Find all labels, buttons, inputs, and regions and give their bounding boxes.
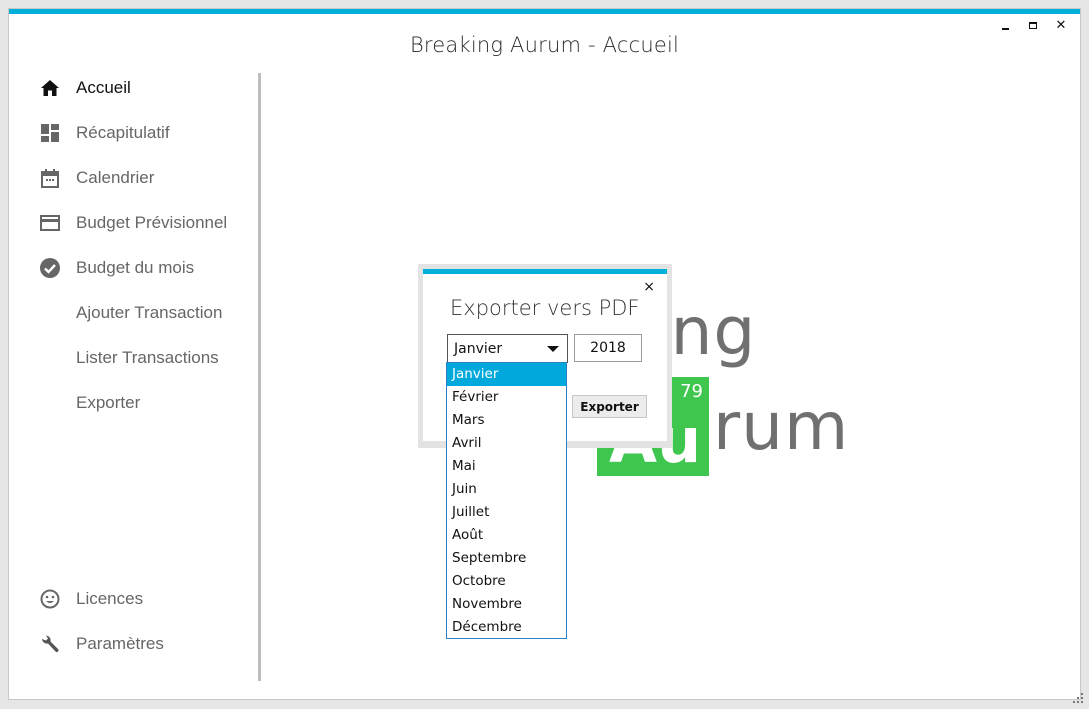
sidebar-item-recapitulatif[interactable]: Récapitulatif xyxy=(39,120,170,146)
export-button[interactable]: Exporter xyxy=(572,395,647,418)
smiley-icon xyxy=(39,588,61,610)
sidebar-item-label: Accueil xyxy=(76,78,131,97)
dashboard-icon xyxy=(39,122,61,144)
dropdown-option[interactable]: Décembre xyxy=(447,616,566,639)
dropdown-option[interactable]: Novembre xyxy=(447,593,566,616)
month-select[interactable]: Janvier xyxy=(447,334,568,363)
atomic-number: 79 xyxy=(680,381,703,402)
dropdown-option[interactable]: Juin xyxy=(447,478,566,501)
home-icon xyxy=(39,77,61,99)
sidebar-item-label: Paramètres xyxy=(76,634,164,653)
sidebar-item-accueil[interactable]: Accueil xyxy=(39,75,131,101)
sidebar-item-label: Exporter xyxy=(76,393,141,412)
sidebar-nav: Accueil Récapitulatif Calendrier Budget … xyxy=(9,69,259,689)
sidebar-item-ajouter-transaction[interactable]: Ajouter Transaction xyxy=(39,300,222,326)
dropdown-option[interactable]: Juillet xyxy=(447,501,566,524)
dialog-close-button[interactable]: × xyxy=(643,279,655,295)
sidebar-item-licences[interactable]: Licences xyxy=(39,586,143,612)
maximize-button[interactable] xyxy=(1024,16,1042,34)
sidebar-item-parametres[interactable]: Paramètres xyxy=(39,631,164,657)
maximize-icon xyxy=(1029,21,1037,29)
sidebar-item-calendrier[interactable]: Calendrier xyxy=(39,165,154,191)
logo-line2: rum xyxy=(713,388,850,465)
window-title: Breaking Aurum - Accueil xyxy=(409,33,680,57)
dropdown-option[interactable]: Août xyxy=(447,524,566,547)
sidebar-item-label: Récapitulatif xyxy=(76,123,170,142)
sidebar-item-label: Budget Prévisionnel xyxy=(76,213,228,232)
check-circle-icon xyxy=(39,257,61,279)
month-select-value: Janvier xyxy=(454,341,503,357)
year-input[interactable] xyxy=(574,334,642,362)
close-icon: × xyxy=(643,279,655,295)
dropdown-option[interactable]: Octobre xyxy=(447,570,566,593)
close-button[interactable]: ✕ xyxy=(1052,16,1070,34)
dropdown-option[interactable]: Avril xyxy=(447,432,566,455)
window-controls: ✕ xyxy=(996,16,1070,34)
dropdown-option[interactable]: Septembre xyxy=(447,547,566,570)
minimize-button[interactable] xyxy=(996,16,1014,34)
sidebar-item-label: Licences xyxy=(76,589,144,608)
dialog-title: Exporter vers PDF xyxy=(450,296,640,320)
dropdown-option[interactable]: Janvier xyxy=(447,363,566,386)
chevron-down-icon xyxy=(547,346,559,352)
dropdown-option[interactable]: Février xyxy=(447,386,566,409)
dropdown-option[interactable]: Mai xyxy=(447,455,566,478)
sidebar-item-lister-transactions[interactable]: Lister Transactions xyxy=(39,345,219,371)
close-icon: ✕ xyxy=(1055,17,1067,33)
sidebar-item-label: Calendrier xyxy=(76,168,155,187)
sidebar-divider xyxy=(258,73,261,681)
sidebar-item-exporter[interactable]: Exporter xyxy=(39,390,140,416)
dropdown-option[interactable]: Mars xyxy=(447,409,566,432)
resize-grip[interactable] xyxy=(1073,693,1083,703)
month-dropdown-list[interactable]: Janvier Février Mars Avril Mai Juin Juillet Aoû… xyxy=(446,362,567,639)
minimize-icon xyxy=(1001,28,1009,30)
sidebar-item-label: Budget du mois xyxy=(76,258,195,277)
credit-card-icon xyxy=(39,212,61,234)
dialog-accent-bar xyxy=(423,269,667,274)
sidebar-item-budget-du-mois[interactable]: Budget du mois xyxy=(39,255,194,281)
calendar-icon xyxy=(39,167,61,189)
window-accent-bar xyxy=(9,9,1080,14)
sidebar-item-label: Lister Transactions xyxy=(76,348,219,367)
sidebar-item-budget-previsionnel[interactable]: Budget Prévisionnel xyxy=(39,210,227,236)
sidebar-item-label: Ajouter Transaction xyxy=(76,303,223,322)
wrench-icon xyxy=(39,633,61,655)
